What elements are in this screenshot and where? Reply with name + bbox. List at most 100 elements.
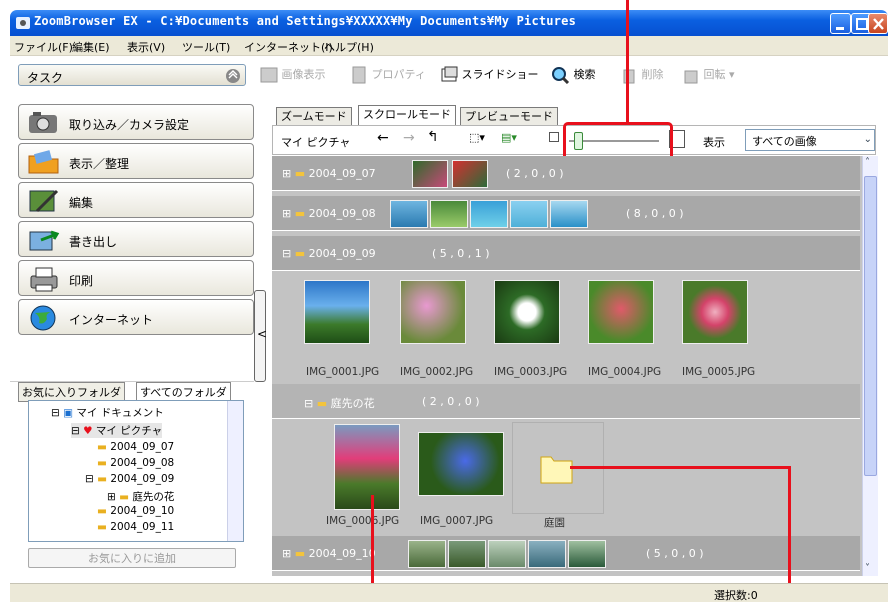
thumbnail[interactable] [390,200,428,228]
export-icon [29,230,60,251]
properties-button[interactable]: プロパティ [350,66,426,84]
thumbnail[interactable] [408,540,446,568]
search-button[interactable]: 検索 [550,66,596,85]
task-label: 編集 [69,196,94,210]
folder-view-icon [28,150,59,174]
menu-bar: ファイル(F) 編集(E) 表示(V) ツール(T) インターネット(I) ヘル… [10,36,888,56]
thumbnail[interactable] [510,200,548,228]
thumbnail[interactable] [400,280,466,344]
thumbnail[interactable] [448,540,486,568]
group-header[interactable]: ⊟ ▬ 庭先の花 ( 2 , 0 , 0 ) [272,384,860,419]
search-icon [552,67,570,85]
task-label: 取り込み／カメラ設定 [69,118,190,132]
app-icon [16,17,30,29]
tree-node[interactable]: ⊞ ▬ 庭先の花 [107,489,174,504]
close-button[interactable] [868,13,888,34]
menu-file[interactable]: ファイル(F) [14,39,73,55]
thumbnail[interactable] [488,540,526,568]
collapse-pane-button[interactable]: < [254,290,267,382]
tree-node-selected[interactable]: ⊟ ♥ マイ ピクチャ [71,423,163,438]
thumbnail[interactable] [430,200,468,228]
group-header[interactable]: ⊞ ▬ 2004_09_07 ( 2 , 0 , 0 ) [272,156,860,191]
thumbnail[interactable] [418,432,504,496]
task-internet[interactable]: インターネット [18,299,254,335]
thumbnail[interactable] [528,540,566,568]
display-mode-icon[interactable]: ▤▾ [501,131,517,144]
annotation-line [788,466,791,602]
group-header[interactable]: ⊞ ▬ 2004_09_08 ( 8 , 0 , 0 ) [272,196,860,231]
back-arrow-icon[interactable]: ← [377,130,389,146]
task-dropdown[interactable]: タスク [18,64,246,86]
group-header[interactable]: ⊟ ▬ 2004_09_09 ( 5 , 0 , 1 ) [272,236,860,271]
tree-node[interactable]: ⊟ ▬ 2004_09_09 [85,473,174,485]
menu-help[interactable]: ヘルプ(H) [324,39,374,55]
task-import-camera[interactable]: 取り込み／カメラ設定 [18,104,254,140]
group-header[interactable]: ⊞ ▬ 2004_09_10 ( 5 , 0 , 0 ) [272,536,860,571]
task-edit[interactable]: 編集 [18,182,254,218]
thumbnail[interactable] [304,280,370,344]
task-export[interactable]: 書き出し [18,221,254,257]
view-image-button[interactable]: 画像表示 [260,66,326,83]
folder-tree[interactable]: ⊟ ▣ マイ ドキュメント ⊟ ♥ マイ ピクチャ ▬ 2004_09_07 ▬… [28,400,244,542]
up-folder-icon[interactable]: ↰ [427,129,439,145]
tree-node[interactable]: ▬ 2004_09_10 [97,505,174,517]
chevron-down-icon[interactable]: ⌄ [864,134,872,145]
thumbnail[interactable] [470,200,508,228]
menu-edit[interactable]: 編集(E) [72,39,110,55]
tree-scrollbar[interactable] [227,401,243,541]
thumbnail[interactable] [682,280,748,344]
task-label: インターネット [69,313,154,327]
tab-preview-mode[interactable]: プレビューモード [460,107,558,126]
vertical-scrollbar[interactable]: ˄ ˅ [862,156,878,576]
select-mode-icon[interactable]: ⬚▾ [469,131,485,144]
trash-icon [623,69,635,84]
menu-view[interactable]: 表示(V) [127,39,165,55]
scroll-up-icon[interactable]: ˄ [865,157,870,168]
thumbnail[interactable] [452,160,488,188]
thumbnail[interactable] [334,424,400,510]
tree-node[interactable]: ▬ 2004_09_08 [97,457,174,469]
chevron-collapse-icon[interactable] [225,68,241,84]
menu-internet[interactable]: インターネット(I) [244,39,333,55]
thumbnail[interactable] [494,280,560,344]
tab-favorite-folders[interactable]: お気に入りフォルダ [18,382,125,402]
tab-all-folders[interactable]: すべてのフォルダ [136,382,231,402]
task-view-organize[interactable]: 表示／整理 [18,143,254,179]
zoom-small-icon [549,132,559,142]
group-counts: ( 2 , 0 , 0 ) [422,395,480,408]
rotate-button[interactable]: 回転 ▾ [682,66,735,84]
slideshow-button[interactable]: スライドショー [440,66,539,84]
task-print[interactable]: 印刷 [18,260,254,296]
tab-zoom-mode[interactable]: ズームモード [276,107,352,126]
printer-icon [30,267,58,292]
forward-arrow-icon[interactable]: → [403,130,415,146]
group-counts: ( 5 , 0 , 0 ) [646,547,704,560]
menu-tools[interactable]: ツール(T) [182,39,230,55]
task-label: 表示／整理 [69,157,130,171]
thumbnail[interactable] [550,200,588,228]
minimize-button[interactable] [830,13,851,34]
camera-icon [29,112,57,133]
folder-tabs: お気に入りフォルダ すべてのフォルダ [18,382,254,402]
filter-select[interactable]: すべての画像 ⌄ [745,129,875,151]
display-label: 表示 [703,136,725,149]
tree-node[interactable]: ▬ 2004_09_07 [97,441,174,453]
tab-scroll-mode[interactable]: スクロールモード [358,105,456,127]
tree-node[interactable]: ⊟ ▣ マイ ドキュメント [51,405,164,420]
rotate-icon [684,70,698,84]
group-counts: ( 2 , 0 , 0 ) [506,167,564,180]
thumbnail[interactable] [588,280,654,344]
title-bar[interactable]: ZoomBrowser EX - C:¥Documents and Settin… [10,10,888,36]
thumbnail[interactable] [412,160,448,188]
scroll-down-icon[interactable]: ˅ [865,563,870,574]
scroll-thumb[interactable] [864,176,877,476]
add-favorite-button[interactable]: お気に入りに追加 [28,548,236,568]
tree-node[interactable]: ▬ 2004_09_11 [97,521,174,533]
image-filename: IMG_0001.JPG [306,366,380,378]
annotation-line [570,466,790,469]
window-title: ZoomBrowser EX - C:¥Documents and Settin… [34,14,576,28]
image-grid[interactable]: ⊞ ▬ 2004_09_07 ( 2 , 0 , 0 ) ⊞ ▬ 2004_09… [272,156,862,576]
subfolder-name: 庭園 [544,517,565,529]
selection-count: 選択数:0 [714,589,758,602]
thumbnail[interactable] [568,540,606,568]
